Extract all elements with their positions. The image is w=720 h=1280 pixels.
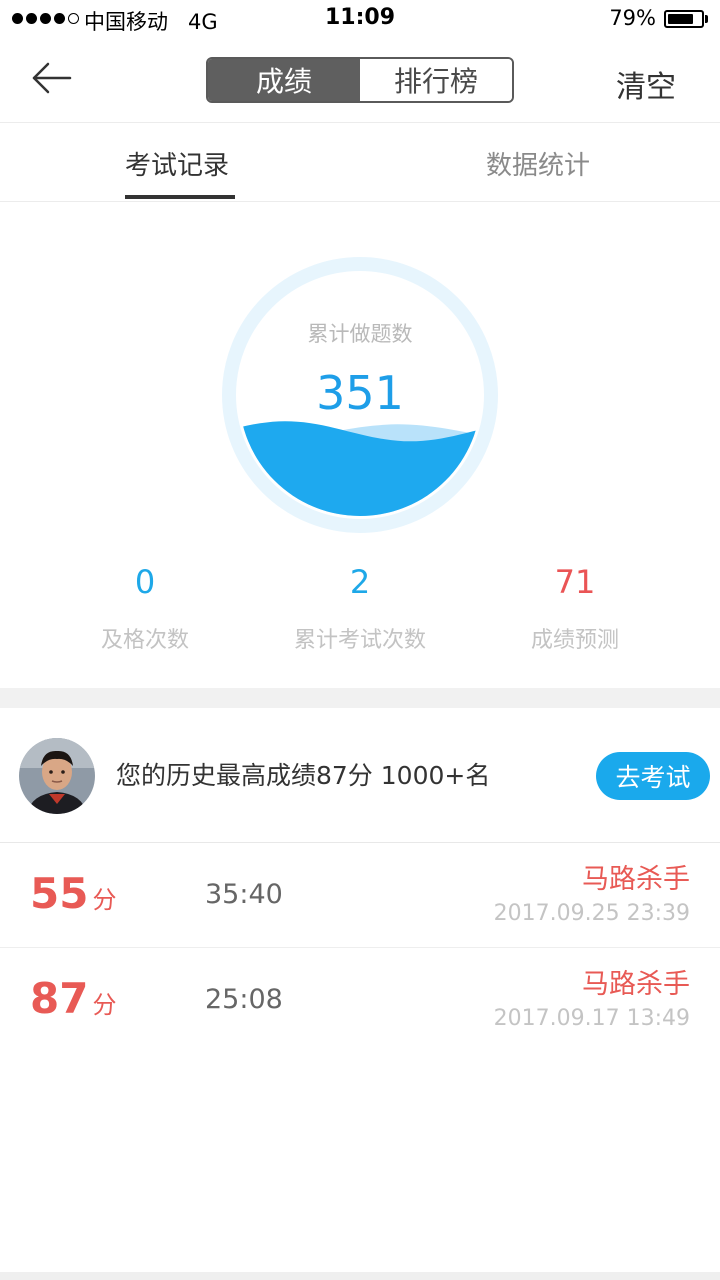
stat-value: 71 — [554, 563, 596, 601]
active-tab-indicator — [125, 195, 235, 199]
battery-percent: 79% — [609, 6, 656, 30]
score-unit: 分 — [92, 886, 117, 914]
stat-value: 2 — [349, 563, 371, 601]
record-title: 马路杀手 — [582, 864, 690, 895]
record-title: 马路杀手 — [582, 969, 690, 1000]
section-divider — [0, 688, 720, 708]
score-ranking-switch: 成绩 排行榜 — [206, 57, 514, 103]
gauge-value: 351 — [316, 366, 404, 420]
stat-score-prediction: 71 成绩预测 — [455, 560, 695, 654]
stat-label: 及格次数 — [100, 628, 189, 653]
avatar[interactable] — [19, 738, 95, 814]
score-value: 87 — [30, 974, 89, 1023]
bottom-edge — [0, 1272, 720, 1280]
battery-icon — [664, 10, 704, 28]
best-score-text: 您的历史最高成绩87分 1000+名 — [116, 761, 491, 790]
battery-level — [668, 14, 694, 24]
battery-tip — [705, 15, 708, 23]
record-duration: 25:08 — [205, 984, 283, 1015]
stat-pass-count: 0 及格次数 — [25, 560, 265, 654]
clear-button[interactable]: 清空 — [616, 62, 676, 106]
exam-record-list: 55 分 35:40 马路杀手 2017.09.25 23:39 87 分 25:0… — [0, 843, 720, 1052]
record-duration: 35:40 — [205, 879, 283, 910]
nav-bar: 成绩 排行榜 清空 — [0, 40, 720, 123]
go-exam-button[interactable]: 去考试 — [596, 752, 710, 800]
record-date: 2017.09.25 23:39 — [493, 901, 690, 926]
segment-score[interactable]: 成绩 — [208, 59, 360, 101]
back-arrow-icon[interactable] — [30, 58, 74, 98]
status-bar: 中国移动 4G 11:09 79% — [0, 0, 720, 40]
tab-bar: 考试记录 数据统计 — [0, 123, 720, 202]
score-unit: 分 — [92, 991, 117, 1019]
stat-label: 累计考试次数 — [293, 628, 426, 653]
tab-exam-records[interactable]: 考试记录 — [125, 145, 229, 182]
gauge-label: 累计做题数 — [307, 322, 413, 346]
stat-label: 成绩预测 — [530, 628, 619, 653]
best-score-row: 您的历史最高成绩87分 1000+名 去考试 — [0, 708, 720, 843]
stats-row: 0 及格次数 2 累计考试次数 71 成绩预测 — [0, 560, 720, 670]
stat-exam-count: 2 累计考试次数 — [240, 560, 480, 654]
score-value: 55 — [30, 869, 89, 918]
question-count-gauge: 累计做题数 351 — [221, 256, 499, 534]
list-item[interactable]: 87 分 25:08 马路杀手 2017.09.17 13:49 — [0, 948, 720, 1052]
user-avatar-icon — [19, 738, 95, 814]
stat-value: 0 — [134, 563, 156, 601]
list-item[interactable]: 55 分 35:40 马路杀手 2017.09.25 23:39 — [0, 843, 720, 948]
record-score: 55 分 — [30, 869, 116, 918]
segment-ranking[interactable]: 排行榜 — [360, 59, 512, 101]
record-date: 2017.09.17 13:49 — [493, 1006, 690, 1031]
tab-data-statistics[interactable]: 数据统计 — [486, 145, 590, 182]
record-score: 87 分 — [30, 974, 116, 1023]
